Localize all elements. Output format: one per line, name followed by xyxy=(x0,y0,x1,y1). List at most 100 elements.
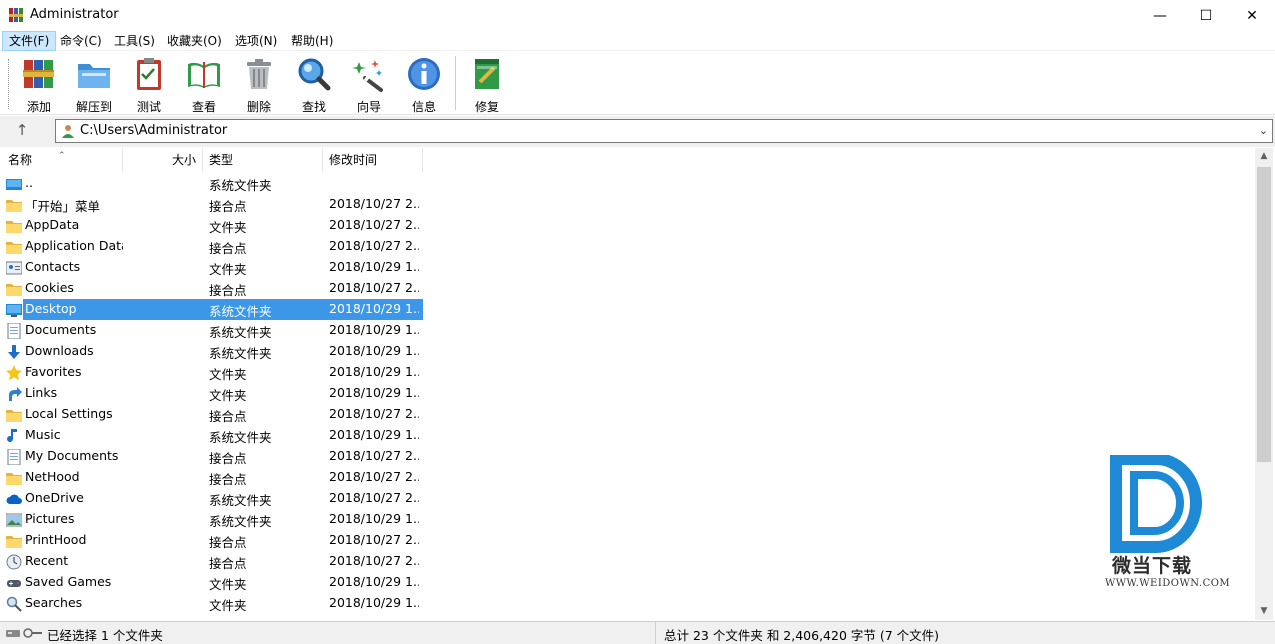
close-button[interactable]: ✕ xyxy=(1229,0,1275,31)
menu-bar: 文件(F) 命令(C) 工具(S) 收藏夹(O) 选项(N) 帮助(H) xyxy=(0,31,1275,51)
file-type: 接合点 xyxy=(209,241,247,256)
file-row[interactable]: Downloads 系统文件夹 2018/10/29 1... xyxy=(0,341,423,362)
title-bar: Administrator — ☐ ✕ xyxy=(0,0,1275,31)
view-button[interactable]: 查看 xyxy=(177,54,231,114)
column-size-label: 大小 xyxy=(171,153,196,167)
file-type: 文件夹 xyxy=(209,262,247,277)
open-book-view-icon xyxy=(188,62,220,88)
chevron-down-icon[interactable]: ⌄ xyxy=(1259,124,1268,137)
file-type: 文件夹 xyxy=(209,577,247,592)
file-row[interactable]: Links 文件夹 2018/10/29 1... xyxy=(0,383,423,404)
up-arrow-icon: ↑ xyxy=(15,121,29,139)
file-type: 系统文件夹 xyxy=(209,346,272,361)
folder-icon xyxy=(6,200,22,212)
file-row[interactable]: OneDrive 系统文件夹 2018/10/27 2... xyxy=(0,488,423,509)
test-button[interactable]: 测试 xyxy=(122,54,176,114)
minimize-button[interactable]: — xyxy=(1137,0,1183,31)
file-name: OneDrive xyxy=(25,490,84,505)
user-folder-icon xyxy=(62,125,74,138)
file-row[interactable]: Documents 系统文件夹 2018/10/29 1... xyxy=(0,320,423,341)
find-button[interactable]: 查找 xyxy=(287,54,341,114)
file-row[interactable]: Application Data 接合点 2018/10/27 2... xyxy=(0,236,423,257)
file-modified: 2018/10/27 2... xyxy=(329,196,419,211)
scroll-down-button[interactable]: ▼ xyxy=(1255,603,1273,620)
add-label: 添加 xyxy=(26,100,51,114)
file-row[interactable]: Cookies 接合点 2018/10/27 2... xyxy=(0,278,423,299)
column-type-label: 类型 xyxy=(209,153,234,167)
file-row[interactable]: Contacts 文件夹 2018/10/29 1... xyxy=(0,257,423,278)
toolbar: 添加 解压到 测试 查看 删除 查找 向导 信息 修复 xyxy=(0,51,1275,115)
vertical-scrollbar[interactable]: ▲ ▼ xyxy=(1255,148,1273,620)
file-list[interactable]: 名称 ⌃ 大小 类型 修改时间 .. 系统文件夹 「开始」菜单 接合点 2018/10/… xyxy=(0,148,1255,620)
search-folder-icon xyxy=(6,596,22,612)
file-row[interactable]: 「开始」菜单 接合点 2018/10/27 2... xyxy=(0,194,423,215)
repair-button[interactable]: 修复 xyxy=(460,54,514,114)
info-icon xyxy=(408,58,440,90)
file-name: AppData xyxy=(25,217,80,232)
menu-help[interactable]: 帮助(H) xyxy=(285,31,339,51)
scroll-up-button[interactable]: ▲ xyxy=(1255,148,1273,165)
file-modified: 2018/10/27 2... xyxy=(329,448,419,463)
column-header-size[interactable]: 大小 xyxy=(123,148,203,172)
file-row[interactable]: Music 系统文件夹 2018/10/29 1... xyxy=(0,425,423,446)
toolbar-grip[interactable] xyxy=(8,59,11,109)
up-button[interactable]: ↑ xyxy=(12,121,32,141)
folder-icon xyxy=(6,284,22,296)
menu-file[interactable]: 文件(F) xyxy=(2,31,57,51)
status-left-pane: 已经选择 1 个文件夹 xyxy=(0,622,656,644)
file-type: 接合点 xyxy=(209,535,247,550)
file-row[interactable]: My Documents 接合点 2018/10/27 2... xyxy=(0,446,423,467)
maximize-button[interactable]: ☐ xyxy=(1183,0,1229,31)
info-button[interactable]: 信息 xyxy=(397,54,451,114)
path-combobox[interactable]: C:\Users\Administrator ⌄ xyxy=(55,119,1273,143)
file-name: 「开始」菜单 xyxy=(25,199,101,214)
file-row[interactable]: Saved Games 文件夹 2018/10/29 1... xyxy=(0,572,423,593)
file-name: Pictures xyxy=(25,511,75,526)
file-row[interactable]: NetHood 接合点 2018/10/27 2... xyxy=(0,467,423,488)
file-row[interactable]: Local Settings 接合点 2018/10/27 2... xyxy=(0,404,423,425)
column-name-label: 名称 xyxy=(8,153,33,167)
recent-icon xyxy=(6,554,22,570)
drive-key-icon[interactable] xyxy=(6,627,44,639)
clipboard-test-icon xyxy=(137,58,161,90)
toolbar-separator xyxy=(455,56,456,110)
scroll-thumb[interactable] xyxy=(1257,167,1271,462)
sort-ascending-icon: ⌃ xyxy=(58,151,66,161)
file-type: 接合点 xyxy=(209,283,247,298)
file-row[interactable]: AppData 文件夹 2018/10/27 2... xyxy=(0,215,423,236)
wizard-button[interactable]: 向导 xyxy=(342,54,396,114)
file-type: 接合点 xyxy=(209,409,247,424)
file-row[interactable]: PrintHood 接合点 2018/10/27 2... xyxy=(0,530,423,551)
desktop-icon xyxy=(6,304,22,317)
file-row[interactable]: Pictures 系统文件夹 2018/10/29 1... xyxy=(0,509,423,530)
close-icon: ✕ xyxy=(1246,7,1258,24)
trash-icon xyxy=(247,59,271,89)
star-icon xyxy=(6,365,22,381)
column-header-name[interactable]: 名称 ⌃ xyxy=(0,148,123,172)
extract-to-label: 解压到 xyxy=(75,100,112,114)
file-row[interactable]: Searches 文件夹 2018/10/29 1... xyxy=(0,593,423,614)
menu-options[interactable]: 选项(N) xyxy=(229,31,283,51)
extract-to-button[interactable]: 解压到 xyxy=(67,54,121,114)
file-row[interactable]: Favorites 文件夹 2018/10/29 1... xyxy=(0,362,423,383)
menu-favorites[interactable]: 收藏夹(O) xyxy=(161,31,228,51)
file-row[interactable]: .. 系统文件夹 xyxy=(0,173,423,194)
menu-command[interactable]: 命令(C) xyxy=(54,31,108,51)
file-modified: 2018/10/29 1... xyxy=(329,343,419,358)
music-note-icon xyxy=(7,429,17,443)
link-arrow-icon xyxy=(9,387,22,401)
minimize-icon: — xyxy=(1153,7,1167,24)
status-selection-text: 已经选择 1 个文件夹 xyxy=(47,628,163,643)
winrar-app-icon[interactable] xyxy=(9,8,23,22)
menu-tools[interactable]: 工具(S) xyxy=(108,31,161,51)
file-row[interactable]: Recent 接合点 2018/10/27 2... xyxy=(0,551,423,572)
column-header-type[interactable]: 类型 xyxy=(203,148,323,172)
column-header-modified[interactable]: 修改时间 xyxy=(323,148,423,172)
add-button[interactable]: 添加 xyxy=(12,54,66,114)
file-type: 接合点 xyxy=(209,199,247,214)
maximize-icon: ☐ xyxy=(1199,7,1213,24)
delete-button[interactable]: 删除 xyxy=(232,54,286,114)
file-row[interactable]: Desktop 系统文件夹 2018/10/29 1... xyxy=(0,299,423,320)
file-type: 文件夹 xyxy=(209,388,247,403)
file-modified: 2018/10/29 1... xyxy=(329,511,419,526)
